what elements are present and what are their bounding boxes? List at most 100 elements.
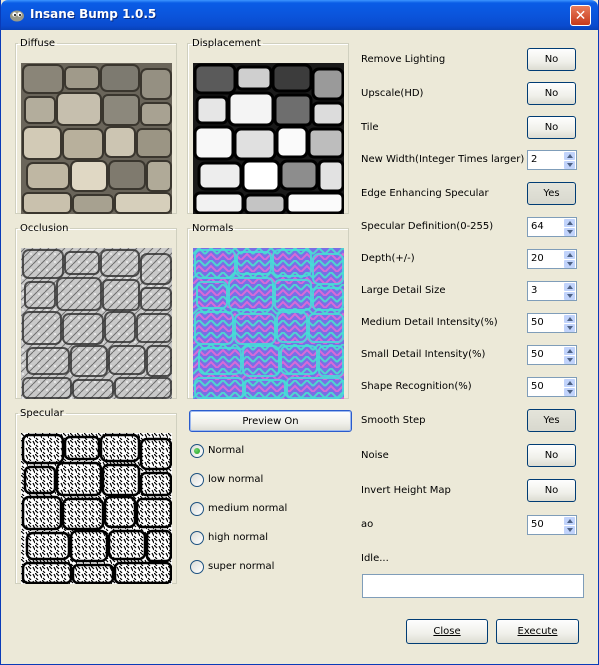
chevron-up-icon <box>566 285 573 289</box>
shape-recognition-value[interactable]: 50 <box>531 381 544 392</box>
execute-button[interactable]: Execute <box>496 619 579 644</box>
displacement-label: Displacement <box>192 38 261 49</box>
chevron-up-icon <box>566 381 573 385</box>
occlusion-panel: Occlusion <box>15 223 177 399</box>
invert-height-label: Invert Height Map <box>361 485 451 496</box>
radio-super-normal[interactable] <box>190 560 204 574</box>
shape-recognition-up-arrow[interactable] <box>564 379 575 387</box>
small-detail-value[interactable]: 50 <box>531 349 544 360</box>
diffuse-label: Diffuse <box>20 38 56 49</box>
specular-definition-up-arrow[interactable] <box>564 219 575 227</box>
chevron-down-icon <box>566 358 573 362</box>
chevron-up-icon <box>566 519 573 523</box>
smooth-step-label: Smooth Step <box>361 415 426 426</box>
specular-definition-spinbox[interactable]: 64 <box>527 217 577 237</box>
large-detail-down-arrow[interactable] <box>564 292 575 300</box>
remove-lighting-label: Remove Lighting <box>361 54 446 65</box>
depth-spinbox[interactable]: 20 <box>527 249 577 269</box>
ao-down-arrow[interactable] <box>564 526 575 534</box>
new-width-value[interactable]: 2 <box>531 154 537 165</box>
depth-label: Depth(+/-) <box>361 253 415 264</box>
specular-panel: Specular <box>15 408 177 584</box>
shape-recognition-spinbox[interactable]: 50 <box>527 377 577 397</box>
ao-spinbox[interactable]: 50 <box>527 515 577 535</box>
remove-lighting-button[interactable]: No <box>527 48 576 71</box>
chevron-down-icon <box>566 294 573 298</box>
radio-low-normal[interactable] <box>190 473 204 487</box>
radio-normal[interactable] <box>190 444 204 458</box>
tile-button[interactable]: No <box>527 116 576 139</box>
small-detail-down-arrow[interactable] <box>564 356 575 364</box>
radio-selected-dot <box>194 448 200 454</box>
chevron-down-icon <box>566 230 573 234</box>
smooth-step-button[interactable]: Yes <box>527 409 576 432</box>
diffuse-preview-image <box>21 63 172 214</box>
shape-recognition-label: Shape Recognition(%) <box>361 381 472 392</box>
noise-button[interactable]: No <box>527 444 576 467</box>
gimp-icon <box>10 10 24 22</box>
upscale-button[interactable]: No <box>527 82 576 105</box>
invert-height-button[interactable]: No <box>527 479 576 502</box>
large-detail-spinbox[interactable]: 3 <box>527 281 577 301</box>
specular-definition-down-arrow[interactable] <box>564 228 575 236</box>
large-detail-value[interactable]: 3 <box>531 285 537 296</box>
new-width-down-arrow[interactable] <box>564 161 575 169</box>
radio-high-normal-label[interactable]: high normal <box>208 532 268 543</box>
ao-up-arrow[interactable] <box>564 517 575 525</box>
specular-definition-value[interactable]: 64 <box>531 221 544 232</box>
specular-label: Specular <box>20 408 64 419</box>
medium-detail-up-arrow[interactable] <box>564 315 575 323</box>
chevron-down-icon <box>566 163 573 167</box>
close-button[interactable]: Close <box>406 619 488 644</box>
new-width-up-arrow[interactable] <box>564 152 575 160</box>
radio-high-normal[interactable] <box>190 531 204 545</box>
chevron-down-icon <box>566 326 573 330</box>
shape-recognition-down-arrow[interactable] <box>564 388 575 396</box>
edge-specular-button[interactable]: Yes <box>527 182 576 205</box>
chevron-up-icon <box>566 154 573 158</box>
medium-detail-value[interactable]: 50 <box>531 317 544 328</box>
medium-detail-label: Medium Detail Intensity(%) <box>361 317 498 328</box>
small-detail-label: Small Detail Intensity(%) <box>361 349 486 360</box>
normals-preview-image <box>193 248 344 399</box>
medium-detail-down-arrow[interactable] <box>564 324 575 332</box>
radio-medium-normal[interactable] <box>190 502 204 516</box>
depth-down-arrow[interactable] <box>564 260 575 268</box>
title-bar[interactable]: Insane Bump 1.0.5 ✕ <box>1 0 598 30</box>
upscale-label: Upscale(HD) <box>361 88 424 99</box>
normals-label: Normals <box>192 223 234 234</box>
displacement-preview-image <box>193 63 344 214</box>
new-width-label: New Width(Integer Times larger) <box>361 154 525 165</box>
chevron-down-icon <box>566 262 573 266</box>
new-width-spinbox[interactable]: 2 <box>527 150 577 170</box>
small-detail-spinbox[interactable]: 50 <box>527 345 577 365</box>
medium-detail-spinbox[interactable]: 50 <box>527 313 577 333</box>
radio-low-normal-label[interactable]: low normal <box>208 474 263 485</box>
occlusion-label: Occlusion <box>20 223 69 234</box>
normals-panel: Normals <box>187 223 349 399</box>
ao-label: ao <box>361 519 374 530</box>
depth-up-arrow[interactable] <box>564 251 575 259</box>
small-detail-up-arrow[interactable] <box>564 347 575 355</box>
window-title: Insane Bump 1.0.5 <box>30 7 157 21</box>
radio-medium-normal-label[interactable]: medium normal <box>208 503 287 514</box>
chevron-down-icon <box>566 390 573 394</box>
tile-label: Tile <box>361 122 379 133</box>
ao-value[interactable]: 50 <box>531 519 544 530</box>
radio-normal-label[interactable]: Normal <box>208 445 244 456</box>
diffuse-panel: Diffuse <box>15 38 177 214</box>
app-window: Insane Bump 1.0.5 ✕ Diffuse Displacement… <box>0 0 599 665</box>
displacement-panel: Displacement <box>187 38 349 214</box>
preview-toggle-button[interactable]: Preview On <box>189 410 352 432</box>
depth-value[interactable]: 20 <box>531 253 544 264</box>
window-close-button[interactable]: ✕ <box>570 5 591 26</box>
noise-label: Noise <box>361 450 389 461</box>
occlusion-preview-image <box>21 248 172 399</box>
chevron-up-icon <box>566 253 573 257</box>
large-detail-label: Large Detail Size <box>361 285 446 296</box>
close-icon: ✕ <box>574 7 587 24</box>
chevron-down-icon <box>566 528 573 532</box>
radio-super-normal-label[interactable]: super normal <box>208 561 274 572</box>
status-label: Idle... <box>361 553 389 564</box>
large-detail-up-arrow[interactable] <box>564 283 575 291</box>
